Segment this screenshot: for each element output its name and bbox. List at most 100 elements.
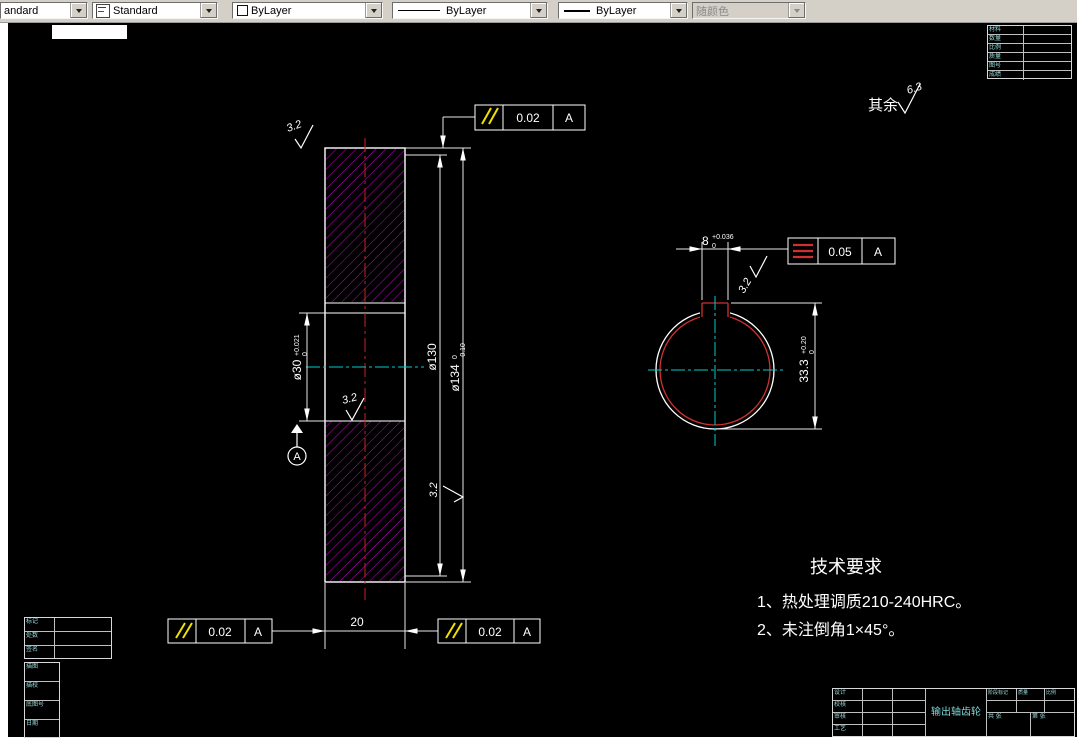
sign-cell	[863, 713, 893, 725]
mass-label: 质量	[1017, 689, 1045, 701]
key-width-upper: +0.036	[712, 234, 734, 241]
sign-cell	[893, 713, 925, 725]
symmetry-icon	[793, 243, 813, 259]
scale-label: 比例	[1045, 689, 1074, 701]
dim-style-combo[interactable]: andard	[0, 2, 88, 19]
sheet-left-border	[0, 22, 8, 744]
key-depth-lower: 0	[809, 350, 816, 354]
od-dia-text: ø134	[448, 364, 462, 392]
sign-label: 设计	[833, 689, 863, 701]
sign-label: 校核	[833, 701, 863, 713]
tol-sym-datum: A	[874, 245, 882, 259]
tol-top-value: 0.02	[516, 111, 540, 125]
tol-br-value: 0.02	[478, 625, 502, 639]
revision-table: 标记 处数 签名	[24, 617, 112, 659]
linetype-combo[interactable]: ByLayer	[392, 2, 548, 19]
text-style-combo[interactable]: Standard	[92, 2, 218, 19]
corner-cell	[1024, 35, 1071, 44]
finish-top-value: 3.2	[285, 118, 303, 135]
sign-cell	[863, 725, 893, 736]
title-block-partname-cell: 输出轴齿轮	[926, 689, 987, 736]
key-depth-text: 33.3	[797, 359, 811, 383]
chevron-down-icon	[794, 8, 800, 13]
trace-label: 描图	[25, 663, 59, 682]
color-combo[interactable]: ByLayer	[232, 2, 383, 19]
chevron-down-icon	[371, 8, 377, 13]
tol-top-datum: A	[565, 111, 573, 125]
lineweight-dropdown-button[interactable]	[670, 3, 687, 18]
sign-cell	[893, 701, 925, 713]
sign-label: 工艺	[833, 725, 863, 736]
tolerance-frame-bottom-left: 0.02 A	[167, 618, 273, 644]
key-width-text: 8	[702, 234, 709, 248]
endview-dimensions	[676, 242, 822, 430]
text-style-value: Standard	[113, 4, 158, 17]
sign-cell	[863, 701, 893, 713]
color-value: ByLayer	[251, 4, 292, 17]
trace-label: 底图号	[25, 701, 59, 720]
corner-cell: 比例	[988, 44, 1024, 53]
linetype-value: ByLayer	[446, 4, 487, 17]
tracing-table: 描图 描校 底图号 日期	[24, 662, 60, 738]
corner-cell	[1024, 62, 1071, 71]
bore-dia-text: ø30	[290, 359, 304, 380]
properties-toolbar: andard Standard ByLayer ByLayer ByLayer …	[0, 0, 1077, 23]
rev-cell	[55, 618, 111, 632]
chevron-down-icon	[536, 8, 542, 13]
datum-triangle	[291, 424, 303, 433]
tol-sym-value: 0.05	[828, 245, 852, 259]
trace-label: 日期	[26, 721, 39, 727]
stage-value	[987, 701, 1017, 713]
scale-value	[1045, 701, 1074, 713]
linetype-sample	[398, 10, 440, 11]
finish-keyway-value: 3.2	[736, 276, 754, 295]
corner-cell: 质量	[988, 53, 1024, 62]
tech-req-line2: 2、未注倒角1×45°。	[757, 621, 904, 639]
corner-cell: 材料	[988, 26, 1024, 35]
tolerance-frame-symmetry: 0.05 A	[787, 237, 896, 265]
technical-requirements: 技术要求 1、热处理调质210-240HRC。 2、未注倒角1×45°。	[757, 557, 971, 639]
corner-cell: 数量	[988, 35, 1024, 44]
tech-req-line1: 1、热处理调质210-240HRC。	[757, 593, 971, 611]
finish-bore-value: 3.2	[341, 391, 359, 407]
corner-cell	[1024, 26, 1071, 35]
rev-label: 签名	[25, 646, 55, 658]
chevron-down-icon	[676, 8, 682, 13]
title-block-signatures: 设计 校核 审核 工艺	[833, 689, 926, 736]
plot-style-value: 随颜色	[696, 5, 729, 18]
tolerance-frame-top: 0.02 A	[474, 104, 586, 131]
od-tol-upper: 0	[452, 355, 459, 359]
color-dropdown-button[interactable]	[365, 3, 382, 18]
color-swatch	[237, 5, 248, 16]
finish-symbol-od: 3.2	[428, 482, 465, 503]
width-dim-text: 20	[350, 615, 364, 629]
stage-label: 阶段标记	[987, 689, 1017, 701]
text-style-dropdown-button[interactable]	[200, 3, 217, 18]
pitch-dia-text: ø130	[425, 343, 439, 371]
bore-end-view	[648, 293, 784, 446]
od-tol-lower: -0.10	[460, 343, 467, 359]
corner-cell: 成绩	[988, 71, 1024, 80]
corner-info-table: 材料 数量 比例 质量 图号 成绩	[987, 25, 1072, 80]
datum-letter: A	[293, 451, 301, 463]
plot-style-combo: 随颜色	[692, 2, 806, 19]
general-finish-label: 其余	[868, 96, 898, 114]
chevron-down-icon	[206, 8, 212, 13]
title-block: 设计 校核 审核 工艺 输出轴齿轮 阶段标记 质量 比例 共 张 第 张	[832, 688, 1075, 737]
rev-cell	[55, 646, 111, 658]
part-name: 输出轴齿轮	[931, 706, 981, 718]
linetype-dropdown-button[interactable]	[530, 3, 547, 18]
drawing-area[interactable]: ø130 ø134 0 -0.10 ø30 +0.021 0 20 3.2 3.…	[0, 0, 1077, 744]
finish-symbol-keyway	[749, 255, 768, 279]
general-finish-note: 其余 6.3	[868, 80, 924, 115]
lineweight-value: ByLayer	[596, 4, 637, 17]
tol-bl-value: 0.02	[208, 625, 232, 639]
general-finish-value: 6.3	[905, 80, 924, 96]
dim-style-dropdown-button[interactable]	[70, 3, 87, 18]
rev-label: 标记	[25, 618, 55, 632]
lineweight-combo[interactable]: ByLayer	[558, 2, 688, 19]
sign-label: 审核	[833, 713, 863, 725]
corner-cell	[1024, 53, 1071, 62]
gear-section-view	[306, 138, 424, 600]
canvas-text-box	[52, 25, 127, 39]
